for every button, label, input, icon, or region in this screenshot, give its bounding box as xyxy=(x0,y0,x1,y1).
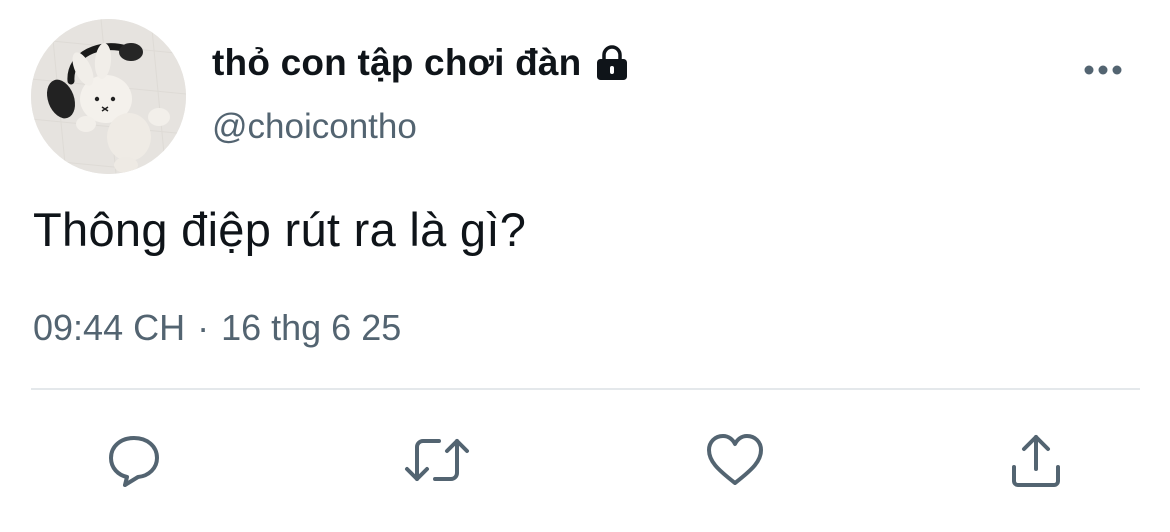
more-horizontal-icon xyxy=(1084,65,1122,75)
avatar[interactable] xyxy=(31,19,186,174)
tweet-time: 09:44 CH xyxy=(33,307,186,348)
divider xyxy=(31,388,1140,390)
share-button[interactable] xyxy=(1006,430,1066,490)
avatar-image xyxy=(31,19,186,174)
author-name-row: thỏ con tập chơi đàn xyxy=(212,40,631,86)
reply-icon xyxy=(109,436,159,487)
retweet-button[interactable] xyxy=(402,430,472,490)
more-options-button[interactable] xyxy=(1080,52,1126,88)
timestamp-separator: · xyxy=(197,307,210,348)
like-button[interactable] xyxy=(705,430,765,490)
retweet-icon xyxy=(405,439,469,481)
tweet-date: 16 thg 6 25 xyxy=(221,307,402,348)
share-icon xyxy=(1012,435,1060,487)
tweet-text: Thông điệp rút ra là gì? xyxy=(33,203,527,256)
display-name[interactable]: thỏ con tập chơi đàn xyxy=(212,42,581,84)
reply-button[interactable] xyxy=(104,430,164,490)
user-handle[interactable]: @choicontho xyxy=(212,107,417,147)
tweet-timestamp[interactable]: 09:44 CH · 16 thg 6 25 xyxy=(33,307,401,349)
tweet-card: thỏ con tập chơi đàn @choicontho Thông đ… xyxy=(0,0,1170,532)
heart-icon xyxy=(707,434,763,485)
lock-icon xyxy=(593,44,631,82)
